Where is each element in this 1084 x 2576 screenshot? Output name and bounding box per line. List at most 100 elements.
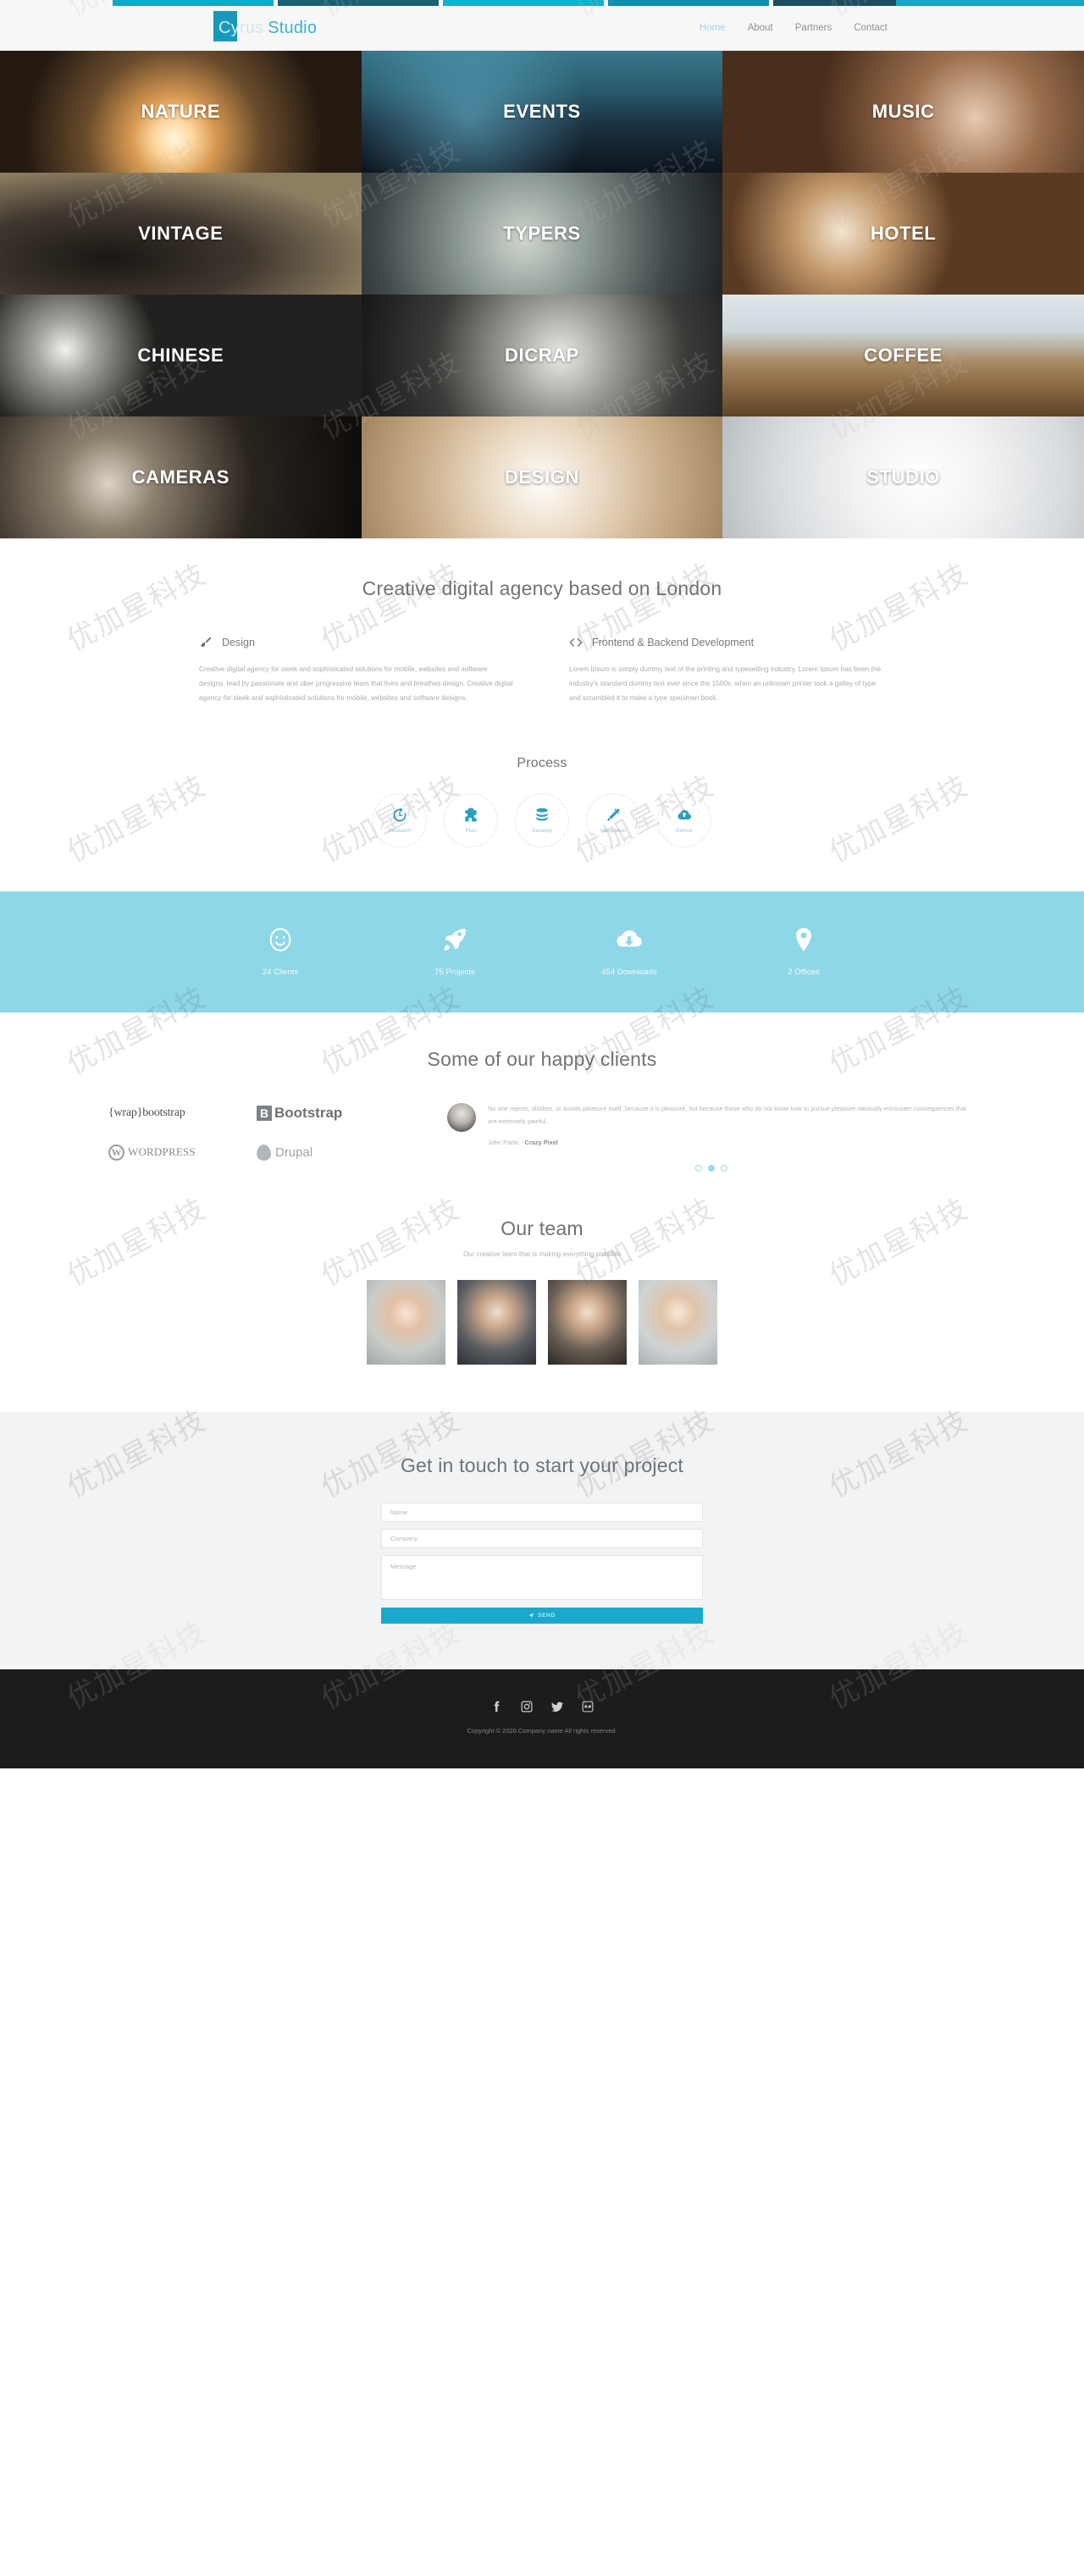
brand-logo[interactable]: Cyrus Studio — [213, 10, 317, 41]
portfolio-tile-events[interactable]: EVENTS — [361, 51, 723, 173]
carousel-dot[interactable] — [695, 1165, 702, 1172]
page-root: Cyrus Studio Home About Partners Contact … — [0, 0, 1084, 1769]
chevron-up-icon — [1059, 593, 1068, 599]
process-section: Process Research Plan Develop Integratio… — [0, 727, 1084, 892]
wordpress-logo-mark: W — [108, 1144, 124, 1161]
portfolio-tile-cameras[interactable]: CAMERAS — [0, 416, 362, 538]
process-step-deliver[interactable]: Deliver — [657, 793, 711, 848]
nav-item-about[interactable]: About — [748, 23, 773, 33]
stat-label: 75 Projects — [434, 968, 475, 978]
scroll-to-top-button[interactable] — [1050, 584, 1077, 610]
drupal-logo-text: Drupal — [275, 1145, 313, 1160]
tile-label: VINTAGE — [138, 223, 224, 244]
about-column-design: Design Creative digital agency for sleek… — [199, 636, 515, 705]
team-member-4[interactable] — [639, 1280, 717, 1365]
stat-label: 24 Clients — [262, 968, 299, 978]
send-button-label: SEND — [538, 1613, 556, 1619]
wrapbootstrap-logo: {wrap}bootstrap — [108, 1103, 257, 1123]
social-links — [0, 1700, 1084, 1713]
top-accent-strip — [0, 0, 1084, 6]
cloud-download-icon — [575, 925, 683, 954]
carousel-dot[interactable] — [721, 1165, 727, 1172]
tile-label: MUSIC — [871, 101, 935, 122]
rocket-icon — [401, 925, 509, 954]
portfolio-tile-vintage[interactable]: VINTAGE — [0, 173, 362, 295]
carousel-dot-active[interactable] — [708, 1165, 715, 1172]
stat-projects: 75 Projects — [401, 925, 509, 977]
name-field[interactable] — [381, 1503, 703, 1523]
testimonial-author: John Partic - Crazy Pixel — [488, 1139, 976, 1146]
nav-item-contact[interactable]: Contact — [854, 23, 888, 33]
cloud-up-icon — [676, 807, 693, 824]
about-column-body: Creative digital agency for sleek and so… — [199, 665, 513, 702]
process-step-label: Develop — [532, 828, 552, 835]
company-field[interactable] — [381, 1529, 703, 1549]
tile-label: TYPERS — [503, 223, 581, 244]
process-step-plan[interactable]: Plan — [444, 793, 498, 848]
about-column-development: Frontend & Backend Development Lorem Ips… — [569, 636, 885, 705]
tile-label: STUDIO — [866, 466, 941, 488]
team-member-2[interactable] — [457, 1280, 536, 1365]
portfolio-tile-music[interactable]: MUSIC — [722, 51, 1084, 173]
contact-section: Get in touch to start your project SEND — [0, 1412, 1084, 1670]
paper-plane-icon — [528, 1613, 534, 1619]
about-title: Creative digital agency based on London — [362, 577, 722, 599]
about-section: Creative digital agency based on London … — [0, 538, 1084, 728]
testimonial-quote: No one rejects, dislikes, or avoids plea… — [488, 1105, 966, 1125]
team-subtitle: Our creative team that is making everyth… — [463, 1250, 621, 1259]
about-column-body: Lorem Ipsum is simply dummy text of the … — [569, 665, 882, 702]
send-button[interactable]: SEND — [381, 1608, 703, 1624]
portfolio-tile-design[interactable]: DESIGN — [361, 416, 723, 538]
testimonial-avatar — [447, 1103, 476, 1133]
puzzle-icon — [462, 807, 479, 824]
tile-label: COFFEE — [864, 345, 943, 366]
portfolio-tile-coffee[interactable]: COFFEE — [722, 295, 1084, 416]
process-step-label: Plan — [465, 828, 477, 835]
stat-label: 2 Offices — [788, 968, 820, 978]
team-member-1[interactable] — [367, 1280, 445, 1365]
facebook-icon[interactable] — [489, 1700, 503, 1713]
wrapbootstrap-logo-text: {wrap}bootstrap — [108, 1106, 185, 1120]
process-step-integration[interactable]: Integration — [586, 793, 640, 848]
nav-item-partners[interactable]: Partners — [795, 23, 832, 33]
history-icon — [391, 807, 408, 824]
portfolio-tile-chinese[interactable]: CHINESE — [0, 295, 362, 416]
bootstrap-logo: B Bootstrap — [257, 1103, 405, 1123]
portfolio-tile-hotel[interactable]: HOTEL — [722, 173, 1084, 295]
database-icon — [534, 807, 550, 824]
process-step-label: Integration — [600, 828, 627, 835]
tile-label: HOTEL — [870, 223, 937, 244]
team-title: Our team — [501, 1217, 583, 1240]
portfolio-tile-typers[interactable]: TYPERS — [361, 173, 723, 295]
message-field[interactable] — [381, 1555, 703, 1601]
brand-name-first: Cyrus — [218, 18, 264, 37]
twitter-icon[interactable] — [550, 1700, 564, 1713]
testimonial-carousel-dots — [447, 1165, 976, 1172]
process-step-develop[interactable]: Develop — [515, 793, 569, 848]
client-logos: {wrap}bootstrap B Bootstrap W WORDPRESS — [108, 1103, 405, 1162]
copyright-text: Copyright © 2020.Company name All rights… — [467, 1727, 617, 1735]
portfolio-tile-nature[interactable]: NATURE — [0, 51, 362, 173]
testimonial-author-company: Crazy Pixel — [524, 1139, 558, 1147]
team-section: Our team Our creative team that is makin… — [0, 1189, 1084, 1413]
team-member-3[interactable] — [548, 1280, 627, 1365]
contact-form: SEND — [381, 1503, 703, 1624]
about-column-heading: Frontend & Backend Development — [592, 637, 755, 648]
process-step-research[interactable]: Research — [373, 793, 427, 848]
tile-label: EVENTS — [503, 101, 581, 122]
main-nav: Home About Partners Contact — [700, 23, 888, 33]
portfolio-grid: NATURE EVENTS MUSIC VINTAGE TYPERS HOTEL… — [0, 51, 1084, 538]
brush-icon — [199, 636, 213, 649]
drupal-logo: Drupal — [256, 1142, 405, 1162]
tile-label: NATURE — [141, 101, 221, 122]
flickr-icon[interactable] — [581, 1700, 595, 1713]
wordpress-logo-text: WORDPRESS — [128, 1145, 196, 1159]
nav-item-home[interactable]: Home — [700, 23, 726, 33]
instagram-icon[interactable] — [520, 1700, 534, 1713]
stat-clients: 24 Clients — [226, 925, 335, 977]
testimonial-author-name: John Partic - — [488, 1139, 525, 1147]
portfolio-tile-studio[interactable]: STUDIO — [722, 416, 1084, 538]
bootstrap-logo-mark: B — [257, 1106, 272, 1122]
portfolio-tile-dicrap[interactable]: DICRAP — [361, 295, 723, 416]
map-pin-icon — [749, 925, 858, 954]
